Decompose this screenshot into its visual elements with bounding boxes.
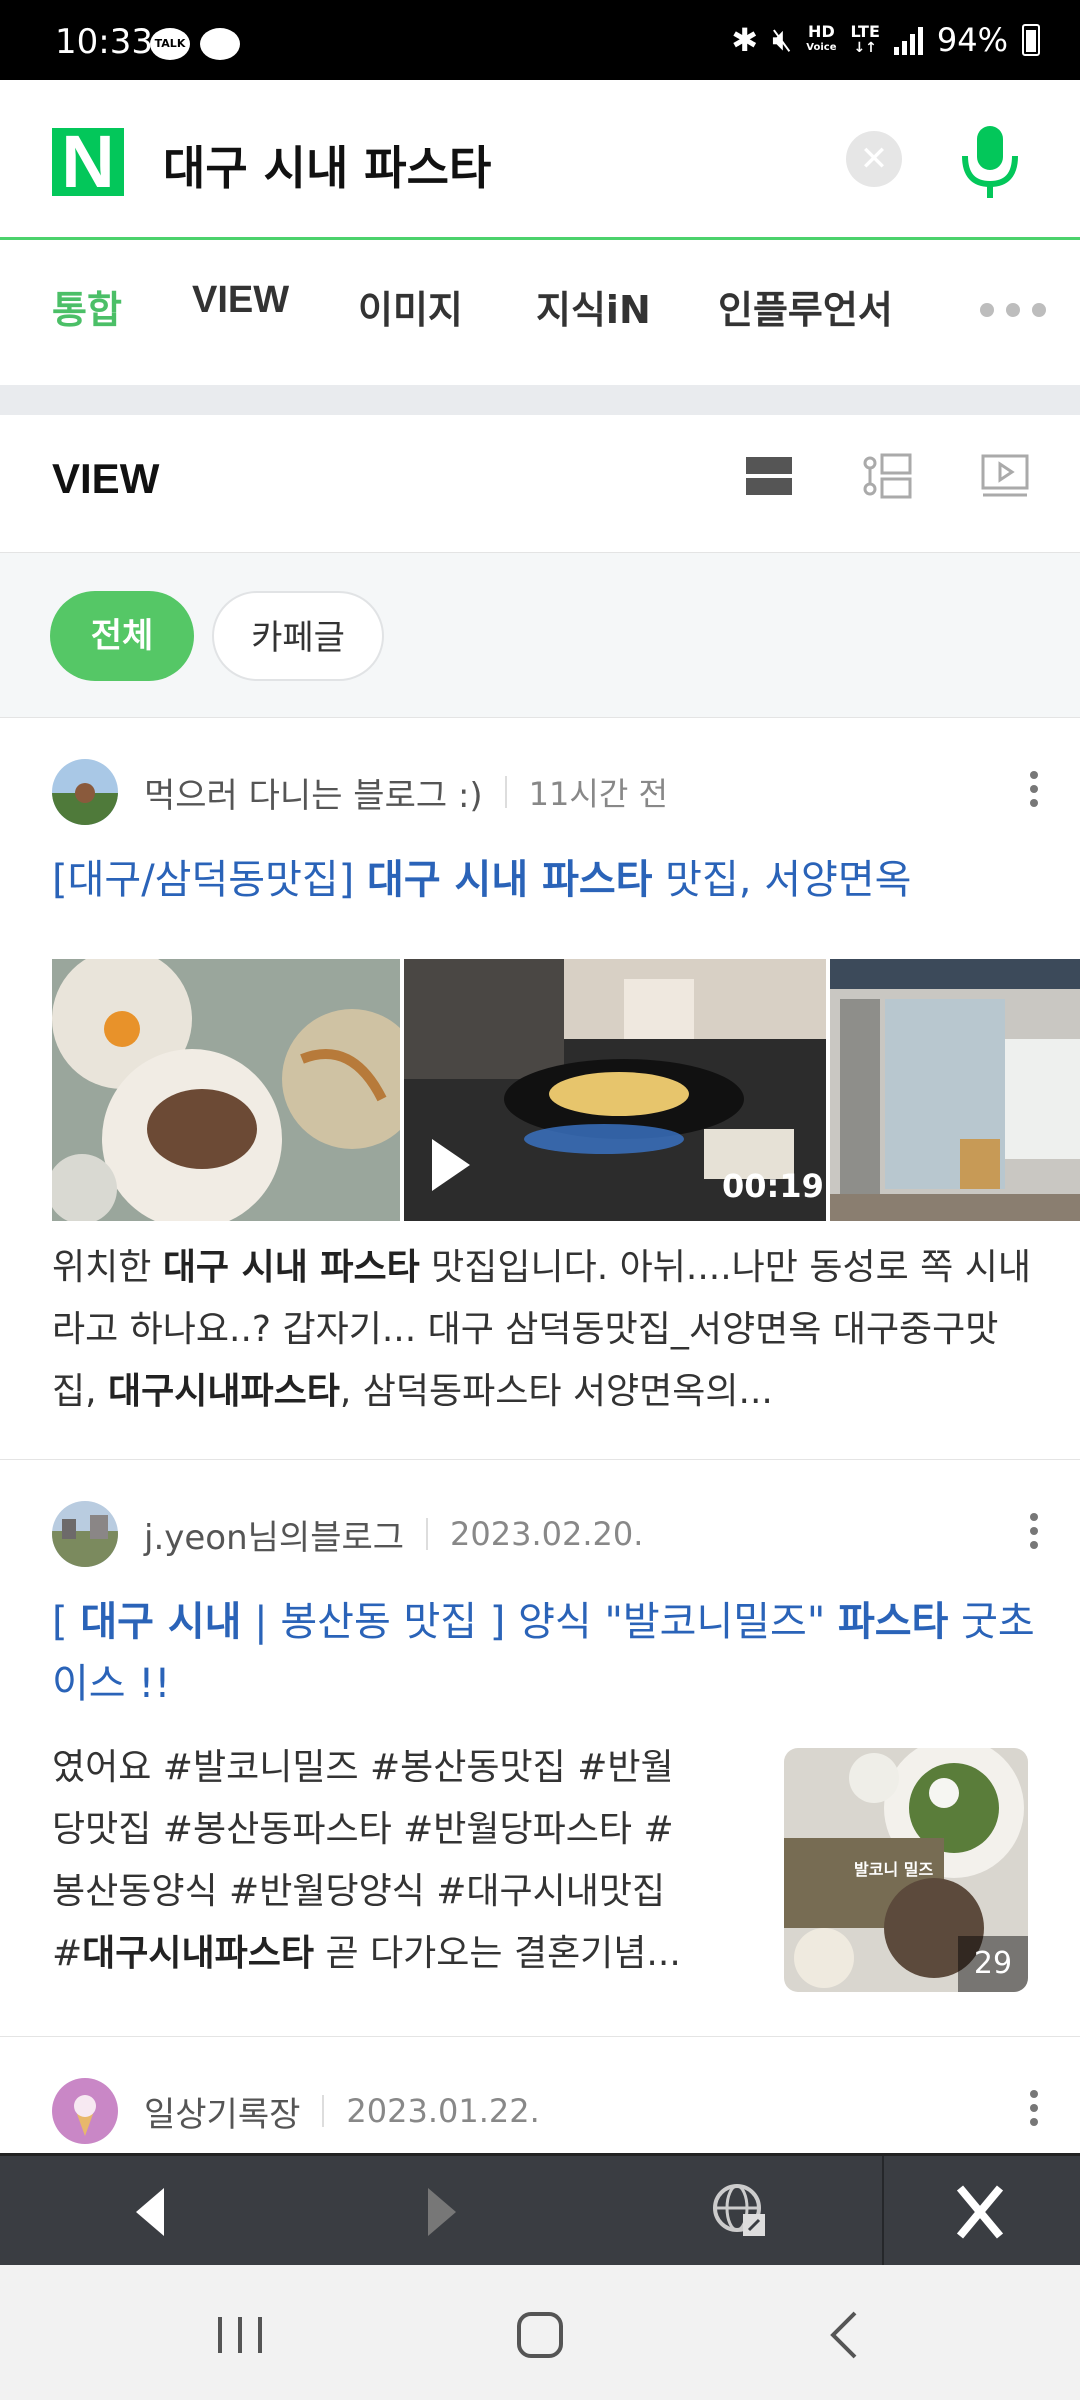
avatar[interactable]: [52, 2078, 118, 2144]
cloud-notification-icon: [200, 28, 240, 60]
filter-cafe-chip[interactable]: 카페글: [212, 591, 384, 681]
tab-view[interactable]: VIEW: [192, 279, 289, 322]
author-name[interactable]: j.yeon님의블로그: [144, 1510, 404, 1559]
filter-chips: 전체 카페글: [0, 553, 1080, 718]
forward-icon[interactable]: [412, 2156, 472, 2268]
avatar[interactable]: [52, 759, 118, 825]
post-card[interactable]: j.yeon님의블로그 2023.02.20. [ 대구 시내 | 봉산동 맛집…: [0, 1461, 1080, 2037]
more-options-icon[interactable]: [1030, 771, 1040, 807]
more-options-icon[interactable]: [1030, 2090, 1040, 2126]
restaurant-photo[interactable]: [830, 959, 1080, 1221]
author-name[interactable]: 일상기록장: [144, 2087, 300, 2136]
avatar[interactable]: [52, 1501, 118, 1567]
video-duration: 00:19: [722, 1167, 824, 1205]
post-title[interactable]: [대구/삼덕동맛집] 대구 시내 파스타 맛집, 서양면옥: [52, 849, 1040, 911]
post-date: 2023.02.20.: [450, 1515, 644, 1553]
post-card[interactable]: 일상기록장 2023.01.22.: [0, 2038, 1080, 2153]
play-icon[interactable]: [432, 1139, 470, 1191]
view-section-header: VIEW: [0, 415, 1080, 553]
post-date: 2023.01.22.: [346, 2092, 540, 2130]
battery-icon: [1022, 23, 1040, 56]
image-gallery[interactable]: 00:19: [52, 959, 1080, 1221]
status-bar: 10:33 TALK ✱ 🔇︎ HD Voice LTE ↓↑ 94%: [0, 0, 1080, 80]
bluetooth-icon: ✱: [731, 20, 759, 59]
video-layout-icon[interactable]: [980, 451, 1030, 501]
system-nav-bar: [0, 2265, 1080, 2400]
naver-logo[interactable]: N: [52, 125, 124, 199]
clear-search-button[interactable]: ✕: [846, 131, 902, 187]
list-layout-icon[interactable]: [862, 451, 912, 501]
post-title[interactable]: [ 대구 시내 | 봉산동 맛집 ] 양식 "발코니밀즈" 파스타 굿초이스 !…: [52, 1591, 1040, 1715]
battery-level: 94%: [936, 20, 1008, 59]
food-photo[interactable]: [52, 959, 400, 1221]
section-divider: [0, 385, 1080, 415]
thumbnail-overlay-text: 발코니 밀즈: [854, 1860, 934, 1879]
close-icon[interactable]: [950, 2156, 1010, 2268]
filter-all-chip[interactable]: 전체: [50, 591, 194, 681]
search-header: N 대구 시내 파스타 ✕: [0, 80, 1080, 240]
home-icon[interactable]: [510, 2305, 570, 2365]
author-name[interactable]: 먹으러 다니는 블로그 :): [144, 768, 483, 817]
tab-kin[interactable]: 지식iN: [536, 279, 651, 334]
post-description[interactable]: 였어요 #발코니밀즈 #봉산동맛집 #반월 당맛집 #봉산동파스타 #반월당파스…: [52, 1737, 752, 1985]
post-description[interactable]: 위치한 대구 시내 파스타 맛집입니다. 아뉘....나만 동성로 쪽 시내라고…: [52, 1237, 1040, 1423]
search-tabs: 통합 VIEW 이미지 지식iN 인플루언서: [0, 243, 1080, 383]
section-title: VIEW: [52, 455, 160, 502]
talk-notification-icon: TALK: [150, 28, 190, 60]
more-tabs-icon[interactable]: [980, 303, 1046, 317]
hd-voice-icon: HD Voice: [806, 21, 837, 53]
close-icon: ✕: [859, 139, 889, 179]
post-thumbnail[interactable]: 발코니 밀즈 29: [784, 1748, 1028, 1992]
signal-icon: [893, 25, 923, 55]
mic-icon[interactable]: [955, 122, 1025, 202]
mute-icon: 🔇︎: [772, 20, 793, 58]
globe-share-icon[interactable]: [705, 2156, 775, 2268]
tab-all[interactable]: 통합: [52, 279, 122, 334]
back-icon[interactable]: [120, 2156, 180, 2268]
nav-back-icon[interactable]: [815, 2305, 875, 2365]
lte-icon: LTE ↓↑: [850, 21, 880, 56]
more-options-icon[interactable]: [1030, 1513, 1040, 1549]
browser-toolbar: [0, 2153, 1080, 2268]
tab-influencer[interactable]: 인플루언서: [718, 279, 893, 334]
tab-image[interactable]: 이미지: [358, 279, 463, 334]
post-date: 11시간 전: [528, 775, 668, 813]
status-time: 10:33: [55, 22, 153, 62]
card-layout-icon[interactable]: [744, 451, 794, 501]
image-count: 29: [958, 1936, 1028, 1992]
post-card[interactable]: 먹으러 다니는 블로그 :) 11시간 전 [대구/삼덕동맛집] 대구 시내 파…: [0, 719, 1080, 1460]
recent-apps-icon[interactable]: [210, 2305, 270, 2365]
search-input[interactable]: 대구 시내 파스타: [163, 132, 491, 198]
